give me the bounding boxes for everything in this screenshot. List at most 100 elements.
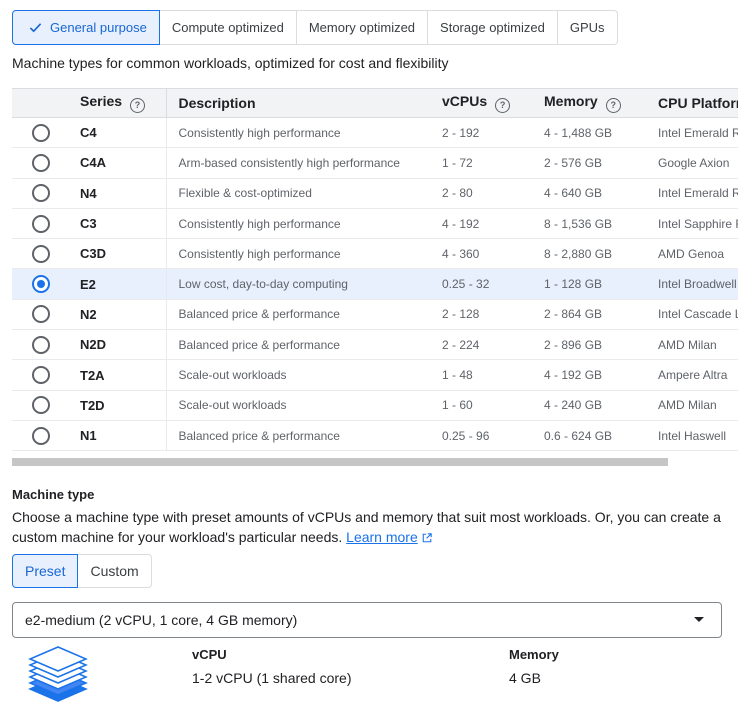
- memory-cell: 2 - 864 GB: [544, 307, 603, 322]
- tab-gpus[interactable]: GPUs: [557, 10, 618, 45]
- series-radio-button[interactable]: [32, 244, 50, 263]
- machine-type-select[interactable]: e2-medium (2 vCPU, 1 core, 4 GB memory): [12, 602, 722, 638]
- help-icon[interactable]: ?: [495, 98, 511, 113]
- tab-label: GPUs: [569, 20, 605, 35]
- memory-label: Memory: [509, 647, 559, 662]
- series-cell: N4: [80, 185, 97, 201]
- check-icon: [29, 23, 42, 33]
- tab-compute-optimized[interactable]: Compute optimized: [159, 10, 297, 45]
- cpu-platform-cell: Google Axion: [658, 155, 730, 170]
- horizontal-scrollbar[interactable]: [12, 458, 668, 466]
- cpu-platform-cell: AMD Genoa: [658, 246, 725, 261]
- series-cell: E2: [80, 276, 96, 292]
- vcpus-cell: 4 - 192: [442, 216, 480, 231]
- vcpus-cell: 4 - 360: [442, 246, 480, 261]
- vcpus-cell: 2 - 224: [442, 337, 480, 352]
- table-row[interactable]: C4A Arm-based consistently high performan…: [12, 147, 738, 179]
- description-cell: Low cost, day-to-day computing: [165, 268, 434, 300]
- custom-button[interactable]: Custom: [78, 554, 152, 588]
- header-cpu-platform: CPU Platform: [650, 88, 738, 118]
- learn-more-link[interactable]: Learn more: [346, 529, 418, 545]
- header-series-label: Series: [80, 93, 123, 109]
- series-radio-button[interactable]: [32, 426, 50, 445]
- series-radio-button[interactable]: [32, 366, 50, 385]
- memory-value: 4 GB: [509, 670, 541, 686]
- series-radio-cell: [12, 420, 72, 450]
- series-radio-button[interactable]: [32, 335, 50, 354]
- series-radio-cell: [12, 118, 72, 148]
- series-radio-button[interactable]: [32, 305, 50, 324]
- help-icon[interactable]: ?: [130, 98, 146, 113]
- series-cell: T2D: [80, 397, 105, 413]
- series-cell: C4A: [80, 155, 107, 171]
- series-radio-button[interactable]: [32, 184, 50, 203]
- preset-custom-toggle: Preset Custom: [12, 554, 152, 588]
- cpu-platform-cell: Ampere Altra: [658, 368, 728, 383]
- family-description: Machine types for common workloads, opti…: [12, 55, 449, 71]
- series-radio-cell: [12, 269, 72, 299]
- external-link-icon: [422, 533, 432, 543]
- series-cell: N1: [80, 428, 97, 444]
- memory-cell: 2 - 896 GB: [544, 337, 603, 352]
- memory-cell: 4 - 1,488 GB: [544, 125, 613, 140]
- cpu-platform-cell: Intel Haswell: [658, 428, 727, 443]
- table-row[interactable]: T2A Scale-out workloads 1 - 48 4 - 192 GB Am…: [12, 359, 738, 391]
- header-description: Description: [165, 88, 434, 118]
- table-row[interactable]: E2 Low cost, day-to-day computing 0.25 - 3…: [12, 268, 738, 300]
- table-row[interactable]: C4 Consistently high performance 2 - 192 4 …: [12, 117, 738, 148]
- table-row[interactable]: N2 Balanced price & performance 2 - 128 2 -…: [12, 299, 738, 330]
- description-cell: Balanced price & performance: [165, 329, 434, 360]
- header-vcpus: vCPUs?: [434, 88, 536, 118]
- series-cell: N2D: [80, 337, 107, 353]
- series-radio-button[interactable]: [32, 123, 50, 142]
- table-row[interactable]: C3D Consistently high performance 4 - 360 8…: [12, 238, 738, 269]
- memory-cell: 2 - 576 GB: [544, 155, 603, 170]
- memory-cell: 4 - 192 GB: [544, 368, 603, 383]
- series-cell: N2: [80, 306, 97, 322]
- help-icon[interactable]: ?: [605, 98, 621, 113]
- machine-type-title: Machine type: [12, 487, 95, 502]
- cpu-platform-cell: Intel Sapphire Rapids: [658, 216, 738, 231]
- tab-label: Compute optimized: [171, 20, 284, 35]
- layers-icon: [28, 646, 88, 702]
- table-row[interactable]: N2D Balanced price & performance 2 - 224 2 …: [12, 329, 738, 360]
- header-memory: Memory?: [536, 88, 650, 118]
- memory-cell: 4 - 240 GB: [544, 398, 603, 413]
- cpu-platform-cell: Intel Broadwell: [658, 277, 737, 292]
- description-cell: Balanced price & performance: [165, 420, 434, 451]
- table-row[interactable]: C3 Consistently high performance 4 - 192 8 …: [12, 208, 738, 239]
- tab-memory-optimized[interactable]: Memory optimized: [296, 10, 429, 45]
- vcpus-cell: 1 - 72: [442, 155, 473, 170]
- tab-label: General purpose: [50, 20, 147, 35]
- cpu-platform-cell: AMD Milan: [658, 398, 717, 413]
- table-header-row: Series? Description vCPUs? Memory? CPU P…: [12, 88, 738, 118]
- table-row[interactable]: N4 Flexible & cost-optimized 2 - 80 4 - 640…: [12, 178, 738, 209]
- series-radio-button[interactable]: [32, 214, 50, 233]
- vcpus-cell: 2 - 192: [442, 125, 480, 140]
- series-cell: C3D: [80, 246, 107, 262]
- header-memory-label: Memory: [544, 93, 598, 109]
- preset-button[interactable]: Preset: [12, 554, 79, 588]
- table-row[interactable]: N1 Balanced price & performance 0.25 - 96 0…: [12, 420, 738, 451]
- learn-more-label: Learn more: [346, 529, 418, 545]
- vcpu-value: 1-2 vCPU (1 shared core): [192, 670, 352, 686]
- vcpus-cell: 2 - 80: [442, 186, 473, 201]
- series-radio-cell: [12, 239, 72, 269]
- tab-general-purpose[interactable]: General purpose: [12, 10, 160, 45]
- table-row[interactable]: T2D Scale-out workloads 1 - 60 4 - 240 GB AM…: [12, 390, 738, 421]
- dropdown-arrow-icon: [694, 617, 704, 622]
- series-radio-button[interactable]: [32, 396, 50, 415]
- header-vcpus-label: vCPUs: [442, 93, 488, 109]
- series-radio-cell: [12, 390, 72, 420]
- description-cell: Consistently high performance: [165, 238, 434, 269]
- memory-cell: 8 - 2,880 GB: [544, 246, 613, 261]
- memory-cell: 8 - 1,536 GB: [544, 216, 613, 231]
- series-radio-button[interactable]: [32, 275, 50, 294]
- series-radio-button[interactable]: [32, 153, 50, 172]
- series-radio-cell: [12, 148, 72, 178]
- description-cell: Consistently high performance: [165, 117, 434, 148]
- cpu-platform-cell: Intel Cascade Lake: [658, 307, 738, 322]
- vcpus-cell: 1 - 60: [442, 398, 473, 413]
- tab-label: Storage optimized: [440, 20, 545, 35]
- tab-storage-optimized[interactable]: Storage optimized: [428, 10, 558, 45]
